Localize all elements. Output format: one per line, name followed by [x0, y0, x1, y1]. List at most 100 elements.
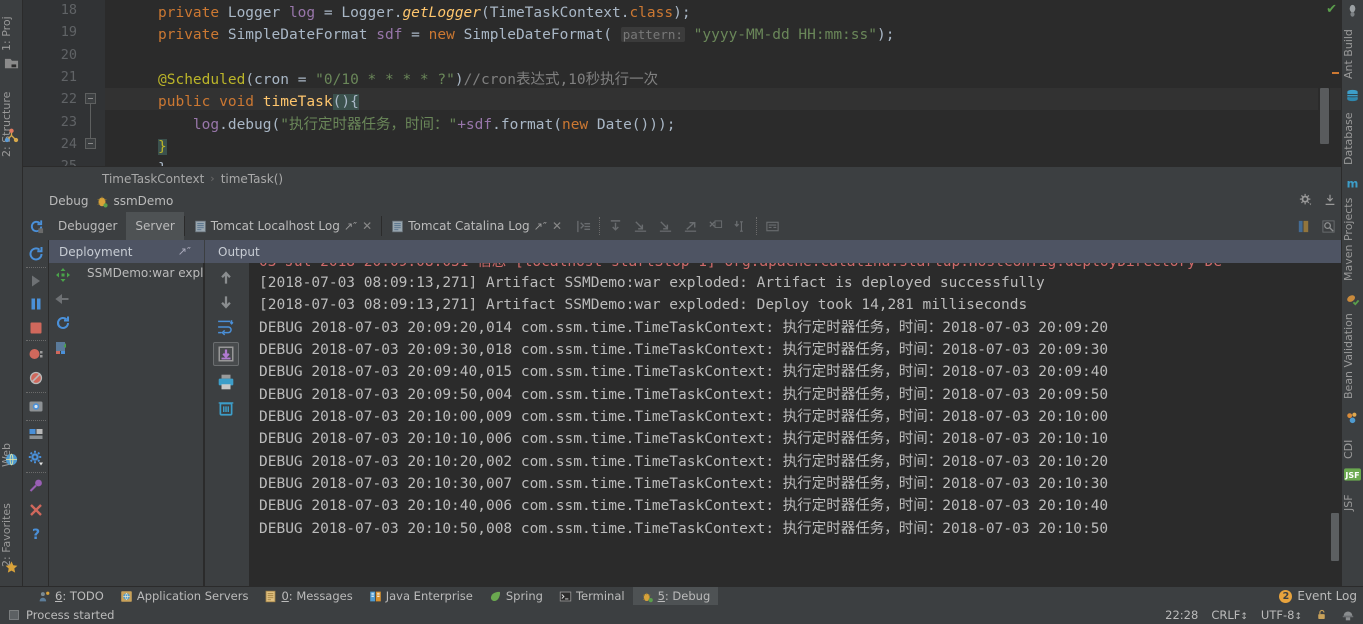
event-log-button[interactable]: 2 Event Log — [1279, 589, 1357, 603]
code-token: SimpleDateFormat — [227, 27, 377, 43]
todo-icon — [39, 591, 50, 601]
mute-breakpoints-icon[interactable] — [28, 370, 44, 386]
bottom-tab-application-servers[interactable]: Application Servers — [112, 587, 257, 605]
error-stripe-mark[interactable] — [1332, 72, 1339, 74]
redeploy-icon[interactable] — [55, 267, 71, 283]
inspect-icon[interactable] — [1316, 212, 1341, 240]
unlock-icon[interactable] — [1315, 608, 1328, 621]
hide-icon[interactable] — [1323, 193, 1337, 207]
tab-tomcat-localhost-log[interactable]: Tomcat Localhost Log ↗″ ✕ — [185, 212, 381, 240]
code-fold-toggle[interactable] — [85, 138, 96, 149]
bottom-tab-spring[interactable]: Spring — [481, 587, 551, 605]
code-token: class — [629, 5, 674, 21]
evaluate-expression-icon[interactable] — [760, 212, 785, 240]
console-output[interactable]: 03-Jul-2018 20:09:08.051 信息 [localhost-s… — [249, 263, 1341, 586]
code-line: @Scheduled(cron = "0/10 * * * * ?")//cro… — [158, 69, 658, 92]
hector-icon[interactable] — [1341, 608, 1355, 622]
code-editor[interactable]: 18 19 20 21 22 23 24 25 private Logger l… — [23, 0, 1341, 166]
code-token: debug — [227, 117, 272, 133]
down-arrow-icon[interactable] — [217, 293, 235, 311]
pin-icon[interactable]: ↗″ — [178, 245, 191, 258]
restart-icon[interactable] — [55, 315, 71, 331]
settings-gear-icon[interactable] — [28, 450, 44, 466]
resume-program-icon[interactable] — [28, 273, 44, 289]
subtab-deployment[interactable]: Deployment ↗″ — [49, 240, 204, 263]
code-token: new — [428, 27, 464, 43]
breadcrumb-class[interactable]: TimeTaskContext — [102, 172, 204, 186]
list-item[interactable]: SSMDemo:war exploded — [77, 263, 203, 282]
close-icon[interactable]: ✕ — [362, 219, 372, 233]
step-out-icon[interactable] — [678, 212, 703, 240]
scroll-to-end-icon[interactable] — [217, 345, 235, 363]
gear-icon[interactable] — [1299, 193, 1313, 207]
print-icon[interactable] — [217, 373, 235, 391]
stop-icon[interactable] — [28, 320, 44, 336]
sidebar-item-label: Maven Projects — [1342, 197, 1355, 281]
debug-bug-icon — [642, 592, 653, 602]
breadcrumb[interactable]: TimeTaskContext › timeTask() — [23, 166, 1341, 190]
step-into-icon[interactable] — [628, 212, 653, 240]
code-text[interactable]: private Logger log = Logger.getLogger(Ti… — [105, 0, 1341, 166]
force-step-into-icon[interactable] — [653, 212, 678, 240]
drop-frame-icon[interactable] — [703, 212, 728, 240]
step-over-icon[interactable] — [603, 212, 628, 240]
undeploy-icon[interactable] — [55, 291, 71, 307]
pause-program-icon[interactable] — [28, 296, 44, 312]
breadcrumb-method[interactable]: timeTask() — [221, 172, 283, 186]
sidebar-item-bean-validation[interactable]: Bean Validation — [1342, 310, 1363, 402]
deployment-tree[interactable]: SSMDemo:war exploded — [77, 263, 203, 586]
pin-icon[interactable]: ↗″ — [344, 220, 357, 233]
sidebar-item-project[interactable]: 1: Proj — [0, 2, 23, 54]
bottom-tab-todo[interactable]: 6: TODO — [30, 587, 112, 605]
line-number: 23 — [60, 114, 77, 130]
bottom-tab-terminal[interactable]: Terminal — [551, 587, 633, 605]
tab-server[interactable]: Server — [126, 212, 184, 240]
rerun-icon[interactable] — [28, 246, 44, 262]
status-line-separator[interactable]: CRLF↕ — [1211, 608, 1248, 622]
editor-gutter[interactable]: 18 19 20 21 22 23 24 25 — [23, 0, 105, 166]
status-time[interactable]: 22:28 — [1165, 608, 1198, 622]
log-line: DEBUG 2018-07-03 20:09:20,014 com.ssm.ti… — [259, 320, 1109, 336]
code-fold-toggle[interactable] — [85, 93, 96, 104]
deploy-artifact-icon[interactable] — [55, 339, 71, 355]
sidebar-item-favorites[interactable]: 2: Favorites — [0, 490, 23, 570]
editor-scrollbar-thumb[interactable] — [1320, 88, 1329, 144]
get-thread-dump-icon[interactable] — [28, 398, 44, 414]
bottom-tab-java-enterprise[interactable]: Java Enterprise — [361, 587, 481, 605]
run-to-cursor-icon[interactable] — [728, 212, 753, 240]
sidebar-item-ant-build[interactable]: Ant Build — [1342, 20, 1363, 82]
subtab-output[interactable]: Output — [205, 240, 1341, 263]
sidebar-item-structure[interactable]: 2: Structure — [0, 80, 23, 160]
log-line: DEBUG 2018-07-03 20:10:50,008 com.ssm.ti… — [259, 521, 1109, 537]
bottom-tab-messages[interactable]: 0: Messages — [256, 587, 360, 605]
sidebar-item-cdi[interactable]: CDI — [1342, 428, 1363, 462]
rerun-icon[interactable] — [23, 212, 49, 240]
tab-tomcat-catalina-log[interactable]: Tomcat Catalina Log ↗″ ✕ — [382, 212, 571, 240]
log-line: DEBUG 2018-07-03 20:09:50,004 com.ssm.ti… — [259, 387, 1109, 403]
bean-icon — [1347, 295, 1360, 306]
sidebar-item-maven-projects[interactable]: Maven Projects — [1342, 194, 1363, 284]
close-icon[interactable]: ✕ — [552, 219, 562, 233]
status-encoding[interactable]: UTF-8↕ — [1261, 608, 1302, 622]
scroll-to-stacktrace-icon[interactable] — [571, 212, 596, 240]
status-message: Process started — [26, 607, 115, 622]
trash-icon[interactable] — [217, 399, 235, 417]
pin-icon[interactable]: ↗″ — [534, 220, 547, 233]
up-arrow-icon[interactable] — [217, 269, 235, 287]
sidebar-item-jsf[interactable]: JSF — [1342, 484, 1363, 514]
tab-debugger[interactable]: Debugger — [49, 212, 126, 240]
soft-wrap-icon[interactable] — [217, 318, 235, 336]
run-configuration-name: ssmDemo — [113, 194, 174, 208]
close-icon[interactable] — [28, 502, 44, 518]
help-icon[interactable]: ? — [28, 526, 44, 543]
console-scrollbar-thumb[interactable] — [1331, 513, 1339, 561]
inspection-ok-icon[interactable]: ✔ — [1326, 2, 1337, 17]
sidebar-item-database[interactable]: Database — [1342, 106, 1363, 168]
attach-icon[interactable] — [28, 478, 44, 494]
view-breakpoints-icon[interactable] — [28, 346, 44, 362]
bottom-tab-debug[interactable]: 5: Debug — [632, 587, 719, 605]
code-token: getLogger — [402, 5, 482, 21]
settings-layout-icon[interactable] — [28, 426, 44, 442]
build-variants-icon[interactable] — [1291, 212, 1316, 240]
